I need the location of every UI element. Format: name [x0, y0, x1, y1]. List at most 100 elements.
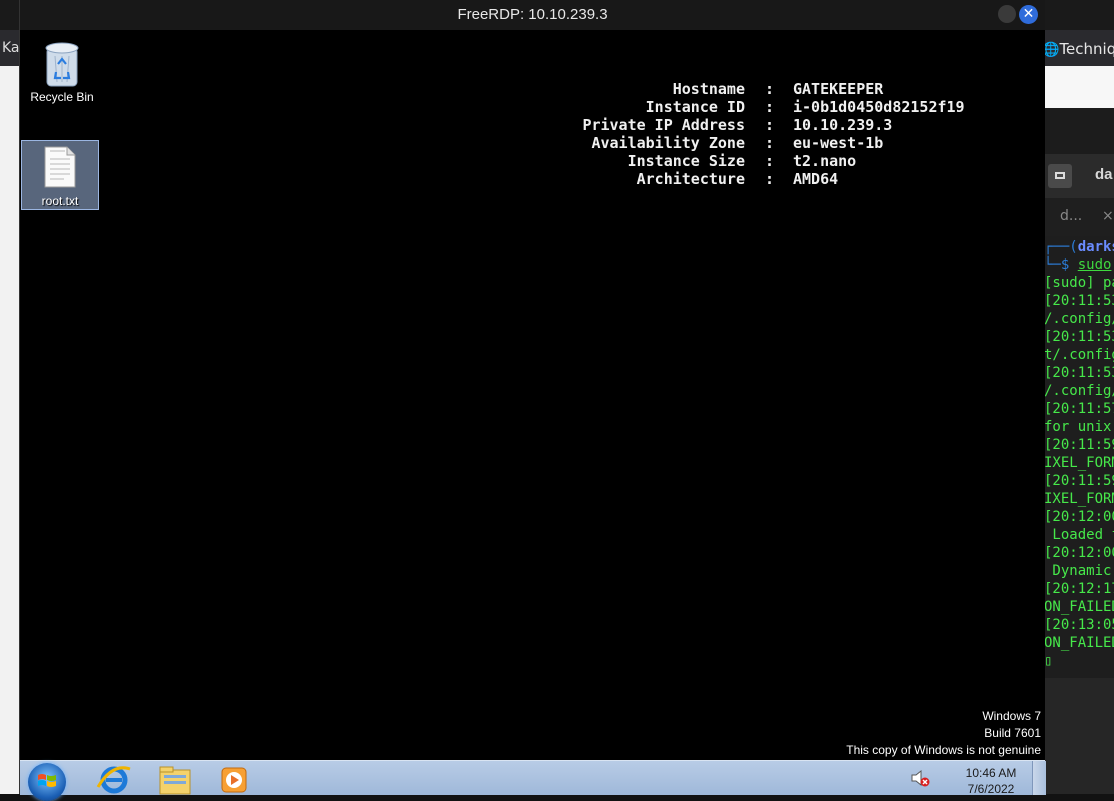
bginfo-sep: :	[765, 170, 775, 188]
terminal-line: [20:11:53	[1044, 292, 1114, 310]
windows-watermark: Windows 7 Build 7601 This copy of Window…	[846, 708, 1041, 759]
host-terminal-window[interactable]: da d... × ┌──(darks└─$ sudo [sudo] pa [20:…	[1042, 154, 1114, 794]
terminal-line: [sudo] pa	[1044, 274, 1114, 292]
host-browser-content-left	[0, 66, 20, 794]
bginfo-row: Instance Size: t2.nano	[20, 152, 1045, 170]
terminal-text: [20:11:57	[1044, 401, 1114, 417]
terminal-text: ▯	[1044, 653, 1053, 669]
host-tab-label: Techniq	[1059, 40, 1114, 58]
bginfo-row: Instance ID: i-0b1d0450d82152f19	[20, 98, 1045, 116]
terminal-text: Dynamic	[1044, 563, 1112, 579]
terminal-text: [sudo] pa	[1044, 275, 1114, 291]
terminal-text: [20:13:05	[1044, 617, 1114, 633]
bginfo-sep: :	[765, 152, 775, 170]
windows-taskbar: 10:46 AM 7/6/2022	[20, 760, 1046, 801]
terminal-line: /.config/	[1044, 382, 1114, 400]
bginfo-key: Architecture	[636, 170, 745, 188]
host-browser-tab-right[interactable]: 🌐Techniq	[1042, 30, 1114, 66]
terminal-user: darks	[1077, 239, 1114, 255]
windows-explorer-icon[interactable]	[152, 763, 196, 795]
host-browser-content-right	[1042, 66, 1114, 108]
terminal-line: [20:12:17	[1044, 580, 1114, 598]
terminal-text: [20:11:53	[1044, 293, 1114, 309]
window-titlebar[interactable]: FreeRDP: 10.10.239.3 ✕	[20, 0, 1045, 30]
terminal-output[interactable]: ┌──(darks└─$ sudo [sudo] pa [20:11:53 /.con…	[1042, 236, 1114, 678]
watermark-genuine-notice: This copy of Windows is not genuine	[846, 743, 1041, 757]
terminal-line: ON_FAILED	[1044, 634, 1114, 652]
terminal-text: [20:11:53	[1044, 329, 1114, 345]
terminal-tab[interactable]: d...	[1060, 208, 1082, 224]
clock-time: 10:46 AM	[965, 766, 1017, 780]
terminal-text: └─$	[1044, 257, 1078, 273]
terminal-text: [20:12:00	[1044, 509, 1114, 525]
taskbar-clock[interactable]: 10:46 AM 7/6/2022	[955, 765, 1027, 797]
terminal-line: Loaded f	[1044, 526, 1114, 544]
remote-desktop[interactable]: Recycle Bin root.txt Hostname: GATEKEEPER…	[20, 30, 1045, 760]
terminal-text: t/.config	[1044, 347, 1114, 363]
bginfo-row: Hostname: GATEKEEPER	[20, 80, 1045, 98]
bginfo-value: 10.10.239.3	[793, 116, 893, 134]
terminal-command: sudo	[1077, 257, 1112, 273]
terminal-title: da	[1095, 166, 1113, 183]
bginfo-sep: :	[765, 116, 775, 134]
minimize-button[interactable]	[998, 5, 1016, 23]
terminal-text: [20:12:00	[1044, 545, 1114, 561]
bginfo-row: Availability Zone: eu-west-1b	[20, 134, 1045, 152]
bginfo-row: Architecture: AMD64	[20, 170, 1045, 188]
terminal-tab-bar: d... ×	[1042, 198, 1114, 236]
terminal-text: /.config/	[1044, 311, 1114, 327]
close-tab-icon[interactable]: ×	[1102, 208, 1114, 224]
internet-explorer-icon[interactable]	[92, 763, 136, 795]
terminal-text: ON_FAILED	[1044, 635, 1114, 651]
terminal-line: IXEL_FORM	[1044, 490, 1114, 508]
terminal-line: [20:11:53	[1044, 364, 1114, 382]
terminal-line: ON_FAILED	[1044, 598, 1114, 616]
bginfo-row: Private IP Address:10.10.239.3	[20, 116, 1045, 134]
terminal-line: [20:11:59	[1044, 436, 1114, 454]
terminal-text: for unix	[1044, 419, 1112, 435]
close-button[interactable]: ✕	[1019, 5, 1038, 24]
terminal-line: [20:11:53	[1044, 328, 1114, 346]
bginfo-sep: :	[765, 134, 775, 152]
show-desktop-button[interactable]	[1032, 761, 1046, 795]
terminal-text: ON_FAILED	[1044, 599, 1114, 615]
windows-logo-icon	[38, 774, 56, 787]
window-title: FreeRDP: 10.10.239.3	[457, 6, 608, 23]
bginfo-key: Availability Zone	[591, 134, 745, 152]
bginfo-value: AMD64	[793, 170, 839, 188]
bginfo-sep: :	[765, 80, 775, 98]
terminal-line: ┌──(darks	[1044, 238, 1114, 256]
start-button[interactable]	[28, 763, 66, 801]
bginfo-key: Instance ID	[645, 98, 745, 116]
terminal-text: IXEL_FORM	[1044, 455, 1114, 471]
bginfo-sep: :	[765, 98, 775, 116]
terminal-line: /.config/	[1044, 310, 1114, 328]
terminal-text: Loaded f	[1044, 527, 1114, 543]
terminal-line: t/.config	[1044, 346, 1114, 364]
terminal-text: [20:11:59	[1044, 437, 1114, 453]
terminal-text: [20:12:17	[1044, 581, 1114, 597]
bginfo-value: eu-west-1b	[793, 134, 884, 152]
terminal-text: /.config/	[1044, 383, 1114, 399]
media-player-icon[interactable]	[216, 763, 260, 795]
terminal-line: ▯	[1044, 652, 1114, 670]
bginfo-value: i-0b1d0450d82152f19	[793, 98, 965, 116]
watermark-os: Windows 7	[982, 709, 1041, 723]
icon-label: root.txt	[41, 194, 79, 208]
terminal-line: [20:12:00	[1044, 544, 1114, 562]
terminal-text: [20:11:53	[1044, 365, 1114, 381]
host-desktop-strip	[1042, 108, 1114, 154]
terminal-header: da	[1042, 154, 1114, 198]
terminal-line: Dynamic	[1044, 562, 1114, 580]
watermark-build: Build 7601	[984, 726, 1041, 740]
host-browser-tab-left[interactable]: Ka	[0, 30, 20, 66]
terminal-line: [20:11:59	[1044, 472, 1114, 490]
bginfo-key: Hostname	[672, 80, 745, 98]
speaker-muted-icon[interactable]	[910, 769, 930, 787]
terminal-bottom-area	[1042, 678, 1114, 794]
host-tab-label: Ka	[2, 40, 20, 56]
terminal-text: IXEL_FORM	[1044, 491, 1114, 507]
terminal-line: [20:11:57	[1044, 400, 1114, 418]
terminal-line: for unix	[1044, 418, 1114, 436]
new-tab-icon[interactable]	[1048, 164, 1072, 188]
